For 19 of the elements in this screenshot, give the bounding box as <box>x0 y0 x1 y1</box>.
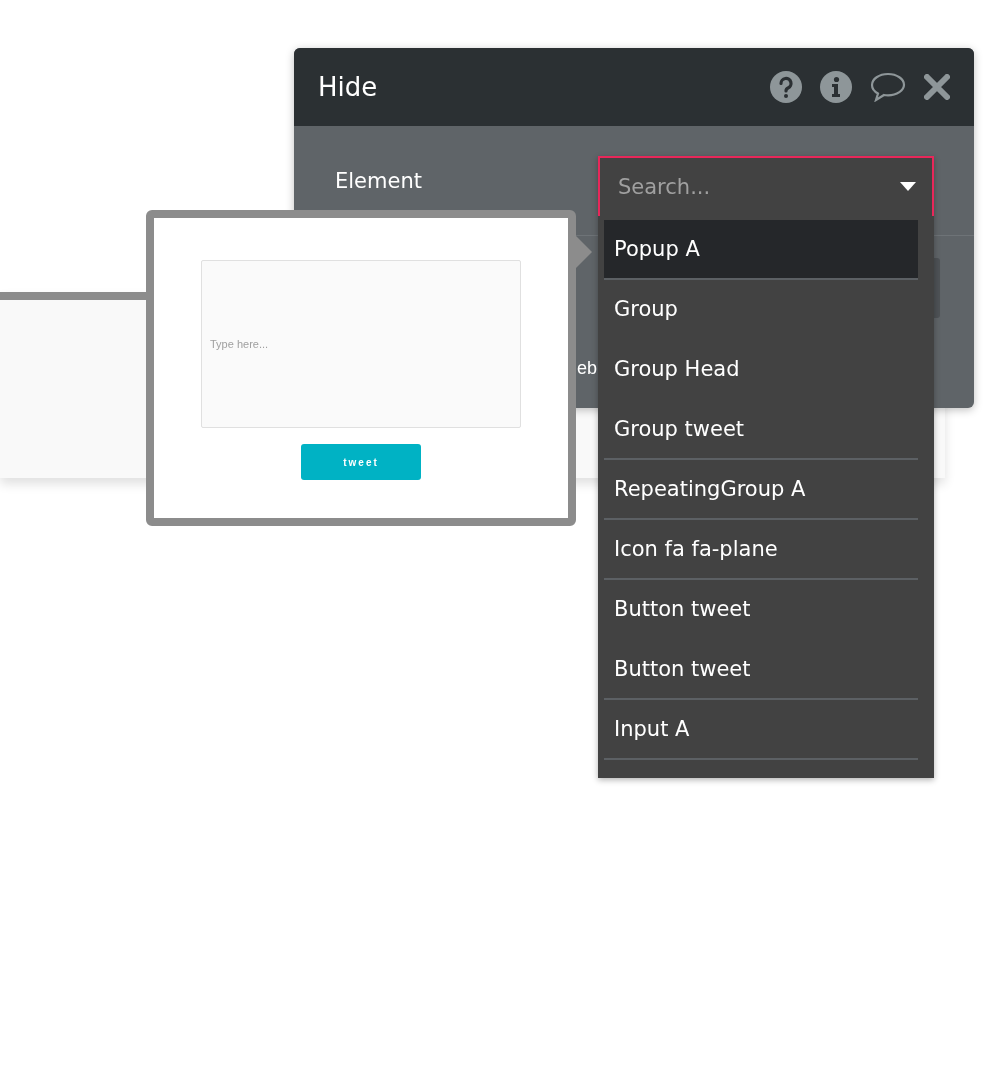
dropdown-option[interactable]: Button tweet <box>604 640 918 700</box>
dropdown-option[interactable]: Icon fa fa-plane <box>604 520 918 580</box>
field-label: eb <box>577 358 598 379</box>
dropdown-option[interactable]: Button tweet <box>604 580 918 640</box>
help-icon[interactable] <box>770 71 802 103</box>
dropdown-option[interactable]: RepeatingGroup A <box>604 460 918 520</box>
field-label: Element <box>335 168 422 193</box>
dropdown-option[interactable]: Group tweet <box>604 400 918 460</box>
dropdown-option[interactable]: Group <box>604 280 918 340</box>
caret-icon[interactable] <box>900 182 916 192</box>
search-field[interactable]: Search... <box>616 174 900 200</box>
dialog-title: Hide <box>318 72 379 102</box>
info-icon[interactable] <box>820 71 852 103</box>
search-box[interactable]: Search... <box>598 156 934 216</box>
dropdown-option[interactable]: Group Head <box>604 340 918 400</box>
dropdown-option[interactable]: Input A <box>604 700 918 760</box>
close-icon[interactable] <box>924 74 950 100</box>
dropdown-option[interactable]: Popup A <box>604 220 918 280</box>
comment-icon[interactable] <box>870 72 906 102</box>
